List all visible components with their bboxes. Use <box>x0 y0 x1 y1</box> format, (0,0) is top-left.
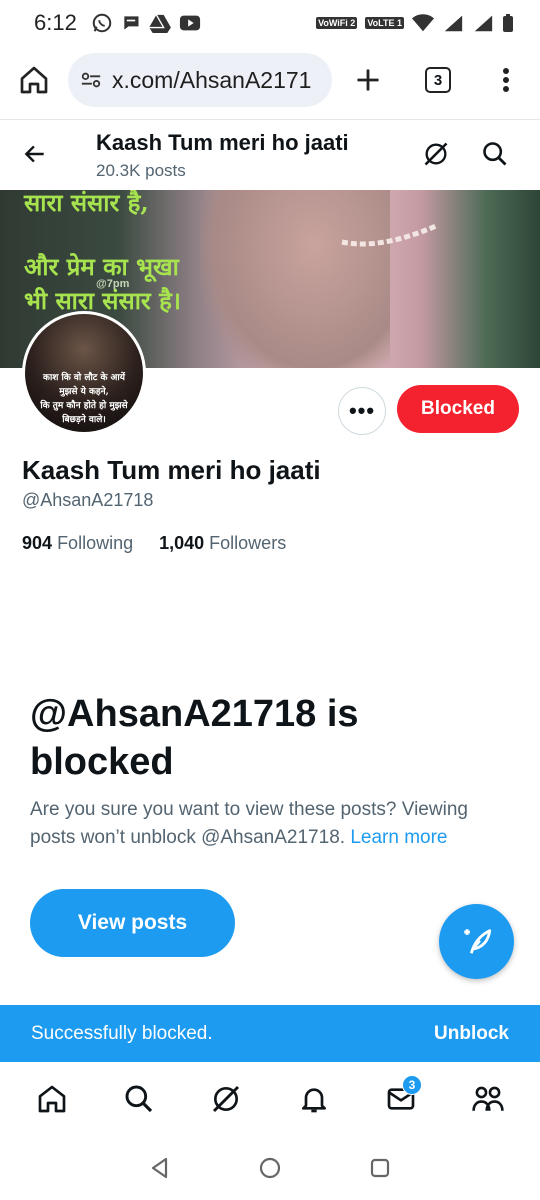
nav-notifications[interactable] <box>289 1074 339 1124</box>
search-icon[interactable] <box>481 140 509 168</box>
followers-link[interactable]: 1,040 Followers <box>159 533 286 554</box>
following-count: 904 <box>22 533 53 553</box>
profile-name: Kaash Tum meri ho jaati <box>22 455 321 485</box>
bottom-navigation: 3 <box>0 1062 540 1136</box>
youtube-icon <box>179 15 200 31</box>
browser-toolbar: x.com/AhsanA2171 3 <box>0 46 540 118</box>
whatsapp-icon <box>92 13 112 33</box>
home-circle-icon[interactable] <box>258 1156 282 1180</box>
nav-communities[interactable] <box>463 1074 513 1124</box>
search-nav-icon <box>125 1085 153 1113</box>
messages-badge: 3 <box>401 1075 422 1095</box>
signal-icon-2 <box>474 15 493 32</box>
recents-square-icon[interactable] <box>368 1156 392 1180</box>
view-posts-button[interactable]: View posts <box>30 889 235 957</box>
bell-icon <box>301 1088 326 1113</box>
home-nav-icon <box>38 1085 65 1113</box>
profile-top-bar: Kaash Tum meri ho jaati 20.3K posts <box>0 120 540 190</box>
vowifi-indicator: VoWiFi 2 <box>316 17 358 29</box>
tab-switcher-button[interactable]: 3 <box>425 67 451 93</box>
banner-photo <box>200 190 390 368</box>
back-arrow-icon[interactable] <box>22 141 48 167</box>
following-label: Following <box>57 533 134 553</box>
follow-stats: 904 Following 1,040 Followers <box>22 533 286 554</box>
communities-icon <box>472 1086 504 1111</box>
drive-icon <box>148 14 171 33</box>
blocked-description: Are you sure you want to view these post… <box>30 796 510 852</box>
status-bar: 6:12 VoWiFi 2 VoLTE 1 <box>0 0 540 46</box>
avatar-text-line1: काश कि वो लौट के आयें <box>43 373 125 383</box>
volte-indicator: VoLTE 1 <box>365 17 404 29</box>
banner-text-line1: सारा संसार है, <box>24 190 149 217</box>
signal-icon <box>444 15 463 32</box>
status-time: 6:12 <box>34 10 77 35</box>
profile-handle: @AhsanA21718 <box>22 490 154 510</box>
browser-menu-icon[interactable] <box>494 66 518 94</box>
nav-home[interactable] <box>27 1074 77 1124</box>
address-bar[interactable]: x.com/AhsanA2171 <box>68 53 332 107</box>
unblock-button[interactable]: Unblock <box>434 1023 509 1045</box>
compose-feather-icon <box>463 928 491 954</box>
avatar-text-line4: बिछड़ने वाले। <box>62 415 106 425</box>
followers-label: Followers <box>209 533 287 553</box>
profile-avatar[interactable]: काश कि वो लौट के आयें मुझसे ये कहने, कि … <box>22 311 146 435</box>
learn-more-link[interactable]: Learn more <box>350 827 447 848</box>
following-link[interactable]: 904 Following <box>22 533 133 554</box>
battery-icon <box>503 14 513 32</box>
back-triangle-icon[interactable] <box>148 1156 172 1180</box>
chat-icon <box>123 16 139 30</box>
grok-nav-icon <box>213 1085 240 1113</box>
more-options-button[interactable]: ••• <box>338 387 386 435</box>
header-post-count: 20.3K posts <box>96 161 186 180</box>
site-settings-icon[interactable] <box>80 69 102 91</box>
toast-message: Successfully blocked. <box>31 1022 213 1044</box>
avatar-text-line2: मुझसे ये कहने, <box>59 387 109 397</box>
new-tab-icon[interactable] <box>354 66 382 94</box>
banner-watermark: @7pm <box>96 278 130 290</box>
compose-post-button[interactable] <box>439 904 514 979</box>
header-profile-name: Kaash Tum meri ho jaati <box>96 130 349 155</box>
url-text[interactable]: x.com/AhsanA2171 <box>112 67 311 94</box>
nav-grok[interactable] <box>201 1074 251 1124</box>
blocked-title: @AhsanA21718 is blocked <box>30 693 359 783</box>
grok-icon[interactable] <box>422 140 450 168</box>
nav-messages[interactable]: 3 <box>376 1074 426 1124</box>
block-toast: Successfully blocked. Unblock <box>0 1005 540 1062</box>
followers-count: 1,040 <box>159 533 205 553</box>
blocked-button[interactable]: Blocked <box>397 385 519 433</box>
wifi-icon <box>412 14 434 32</box>
home-icon[interactable] <box>18 64 50 96</box>
bracelet-decoration <box>341 223 437 247</box>
nav-explore[interactable] <box>114 1074 164 1124</box>
avatar-text-line3: कि तुम कौन होते हो मुझसे <box>40 401 128 411</box>
system-navigation <box>0 1136 540 1200</box>
